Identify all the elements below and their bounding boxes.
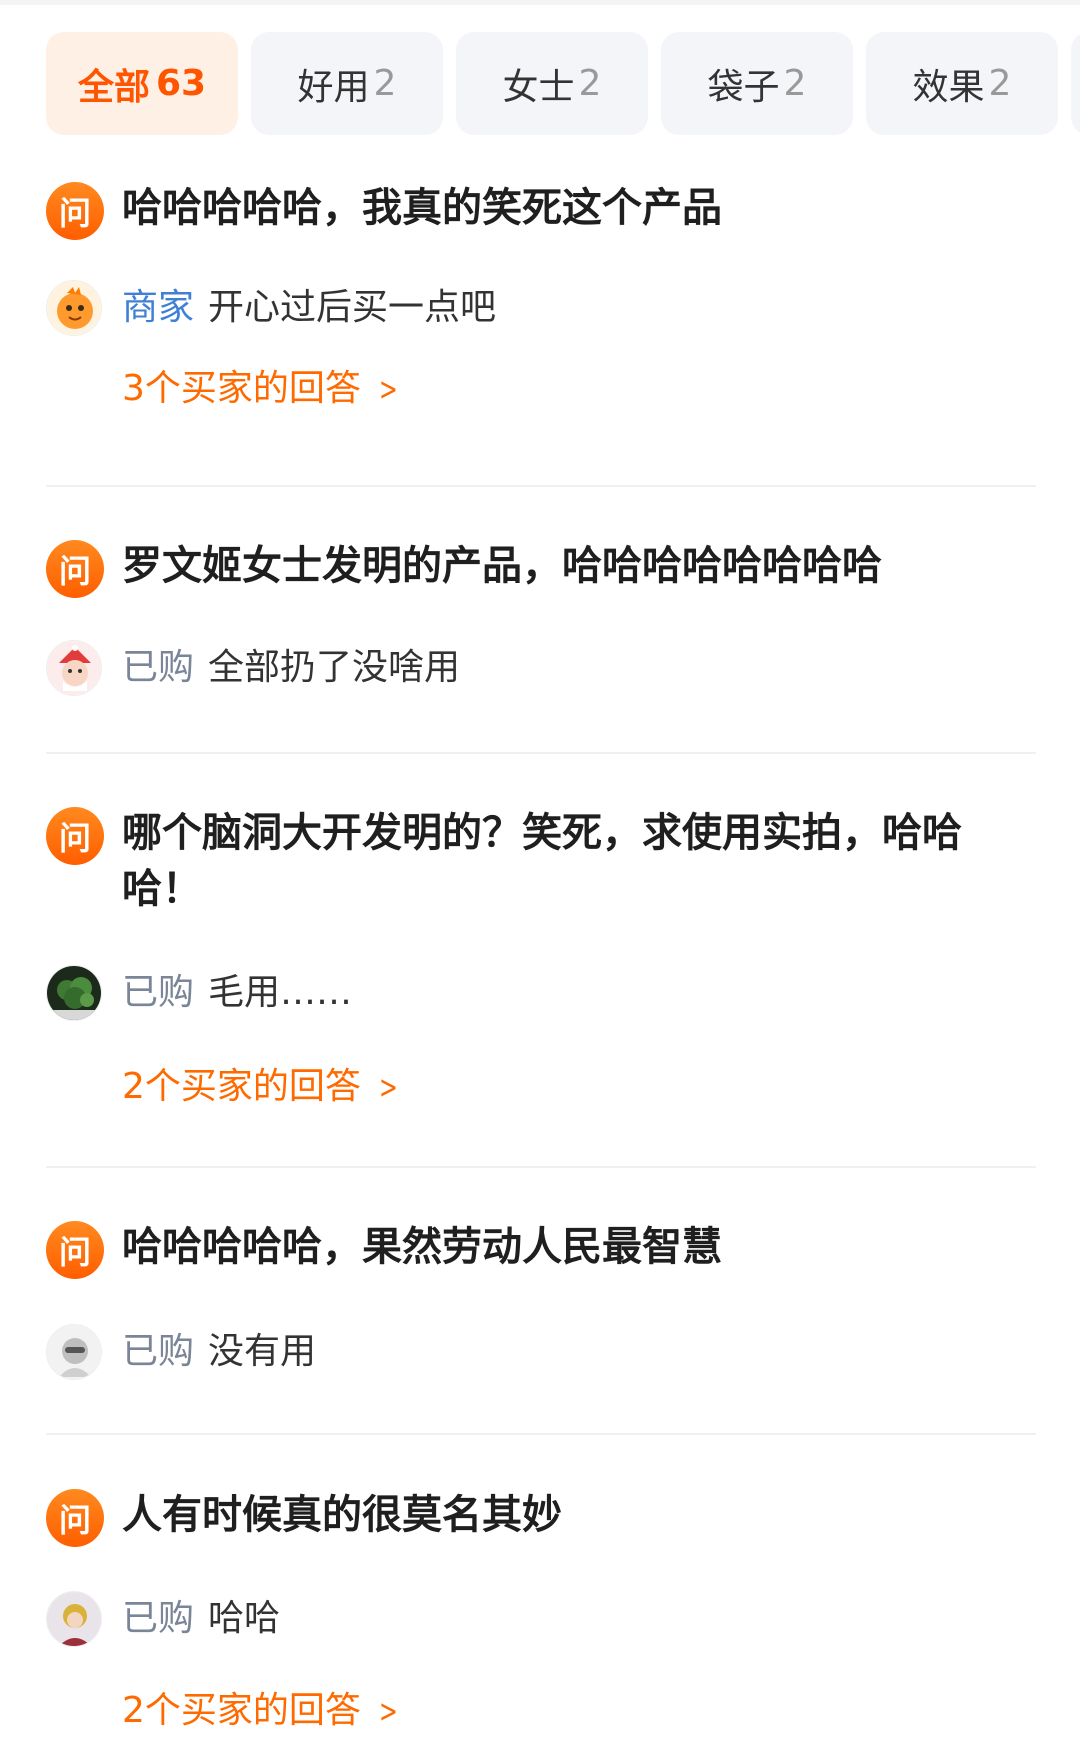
avatar: [46, 1591, 102, 1647]
answer-row: 商家 开心过后买一点吧: [46, 280, 1036, 340]
chevron-right-icon: >: [378, 1068, 398, 1106]
tab-bag[interactable]: 袋子 2: [661, 32, 853, 135]
avatar: [46, 640, 102, 696]
answer-row: 已购 没有用: [46, 1324, 1036, 1384]
tab-effect[interactable]: 效果 2: [866, 32, 1058, 135]
avatar: [46, 280, 102, 336]
answer-text: 开心过后买一点吧: [208, 287, 497, 328]
question-text: 罗文姬女士发明的产品，哈哈哈哈哈哈哈哈: [122, 543, 882, 589]
tab-count: 2: [988, 63, 1012, 104]
chevron-right-icon: >: [378, 1692, 398, 1730]
tab-label: 全部: [77, 66, 150, 108]
tab-count: 2: [783, 63, 807, 104]
more-answers-label: 2个买家的回答: [122, 1066, 361, 1107]
more-answers-label: 3个买家的回答: [122, 368, 361, 409]
answer-tag-purchased: 已购: [122, 1331, 195, 1372]
more-answers-link[interactable]: 3个买家的回答 >: [122, 365, 402, 413]
top-strip: [0, 0, 1080, 5]
filter-tabs: 全部 63 好用 2 女士 2 袋子 2 效果 2: [46, 32, 1080, 136]
qa-item[interactable]: 问 罗文姬女士发明的产品，哈哈哈哈哈哈哈哈 已购 全部扔了没啥用: [46, 538, 1036, 718]
tab-label: 好用: [297, 66, 370, 108]
question-text: 哈哈哈哈哈，我真的笑死这个产品: [122, 185, 722, 231]
question-text: 哪个脑洞大开发明的？笑死，求使用实拍，哈哈哈！: [122, 810, 962, 912]
qa-item[interactable]: 问 哈哈哈哈哈，果然劳动人民最智慧 已购 没有用: [46, 1219, 1036, 1399]
question-badge-icon: 问: [46, 807, 104, 865]
tab-label: 女士: [502, 66, 575, 108]
tab-label: 袋子: [707, 66, 780, 108]
question-row: 问 哪个脑洞大开发明的？笑死，求使用实拍，哈哈哈！: [46, 805, 1036, 917]
tab-count: 63: [155, 63, 207, 104]
tab-more[interactable]: [1071, 32, 1080, 135]
answer-text: 没有用: [208, 1331, 317, 1372]
question-row: 问 哈哈哈哈哈，果然劳动人民最智慧: [46, 1219, 1036, 1279]
more-answers-label: 2个买家的回答: [122, 1690, 361, 1731]
question-badge-icon: 问: [46, 1489, 104, 1547]
answer-text: 全部扔了没啥用: [208, 647, 461, 688]
question-badge-icon: 问: [46, 182, 104, 240]
question-row: 问 罗文姬女士发明的产品，哈哈哈哈哈哈哈哈: [46, 538, 1036, 598]
more-answers-link[interactable]: 2个买家的回答 >: [122, 1063, 402, 1111]
tab-label: 效果: [912, 66, 985, 108]
qa-item[interactable]: 问 哈哈哈哈哈，我真的笑死这个产品 商家 开心过后买一点吧 3个买家的回答 >: [46, 180, 1036, 460]
answer-tag-merchant: 商家: [122, 287, 195, 328]
answer-row: 已购 毛用……: [46, 965, 1036, 1025]
more-answers-link[interactable]: 2个买家的回答 >: [122, 1687, 402, 1735]
question-badge-icon: 问: [46, 540, 104, 598]
answer-tag-purchased: 已购: [122, 647, 195, 688]
tab-count: 2: [373, 63, 397, 104]
question-row: 问 哈哈哈哈哈，我真的笑死这个产品: [46, 180, 1036, 240]
tab-count: 2: [578, 63, 602, 104]
answer-row: 已购 全部扔了没啥用: [46, 640, 1036, 700]
divider: [46, 1433, 1036, 1435]
answer-text: 毛用……: [208, 972, 353, 1013]
avatar: [46, 965, 102, 1021]
answer-tag-purchased: 已购: [122, 972, 195, 1013]
qa-item[interactable]: 问 哪个脑洞大开发明的？笑死，求使用实拍，哈哈哈！ 已购 毛用…… 2个买家的回…: [46, 805, 1036, 1135]
divider: [46, 752, 1036, 754]
answer-tag-purchased: 已购: [122, 1598, 195, 1639]
chevron-right-icon: >: [378, 370, 398, 408]
answer-text: 哈哈: [208, 1598, 281, 1639]
avatar: [46, 1324, 102, 1380]
tab-all[interactable]: 全部 63: [46, 32, 238, 135]
qa-item[interactable]: 问 人有时候真的很莫名其妙 已购 哈哈 2个买家的回答 >: [46, 1487, 1036, 1753]
answer-row: 已购 哈哈: [46, 1591, 1036, 1651]
question-text: 哈哈哈哈哈，果然劳动人民最智慧: [122, 1224, 722, 1270]
divider: [46, 1166, 1036, 1168]
question-badge-icon: 问: [46, 1221, 104, 1279]
divider: [46, 485, 1036, 487]
tab-women[interactable]: 女士 2: [456, 32, 648, 135]
question-text: 人有时候真的很莫名其妙: [122, 1492, 562, 1538]
tab-useful[interactable]: 好用 2: [251, 32, 443, 135]
question-row: 问 人有时候真的很莫名其妙: [46, 1487, 1036, 1547]
